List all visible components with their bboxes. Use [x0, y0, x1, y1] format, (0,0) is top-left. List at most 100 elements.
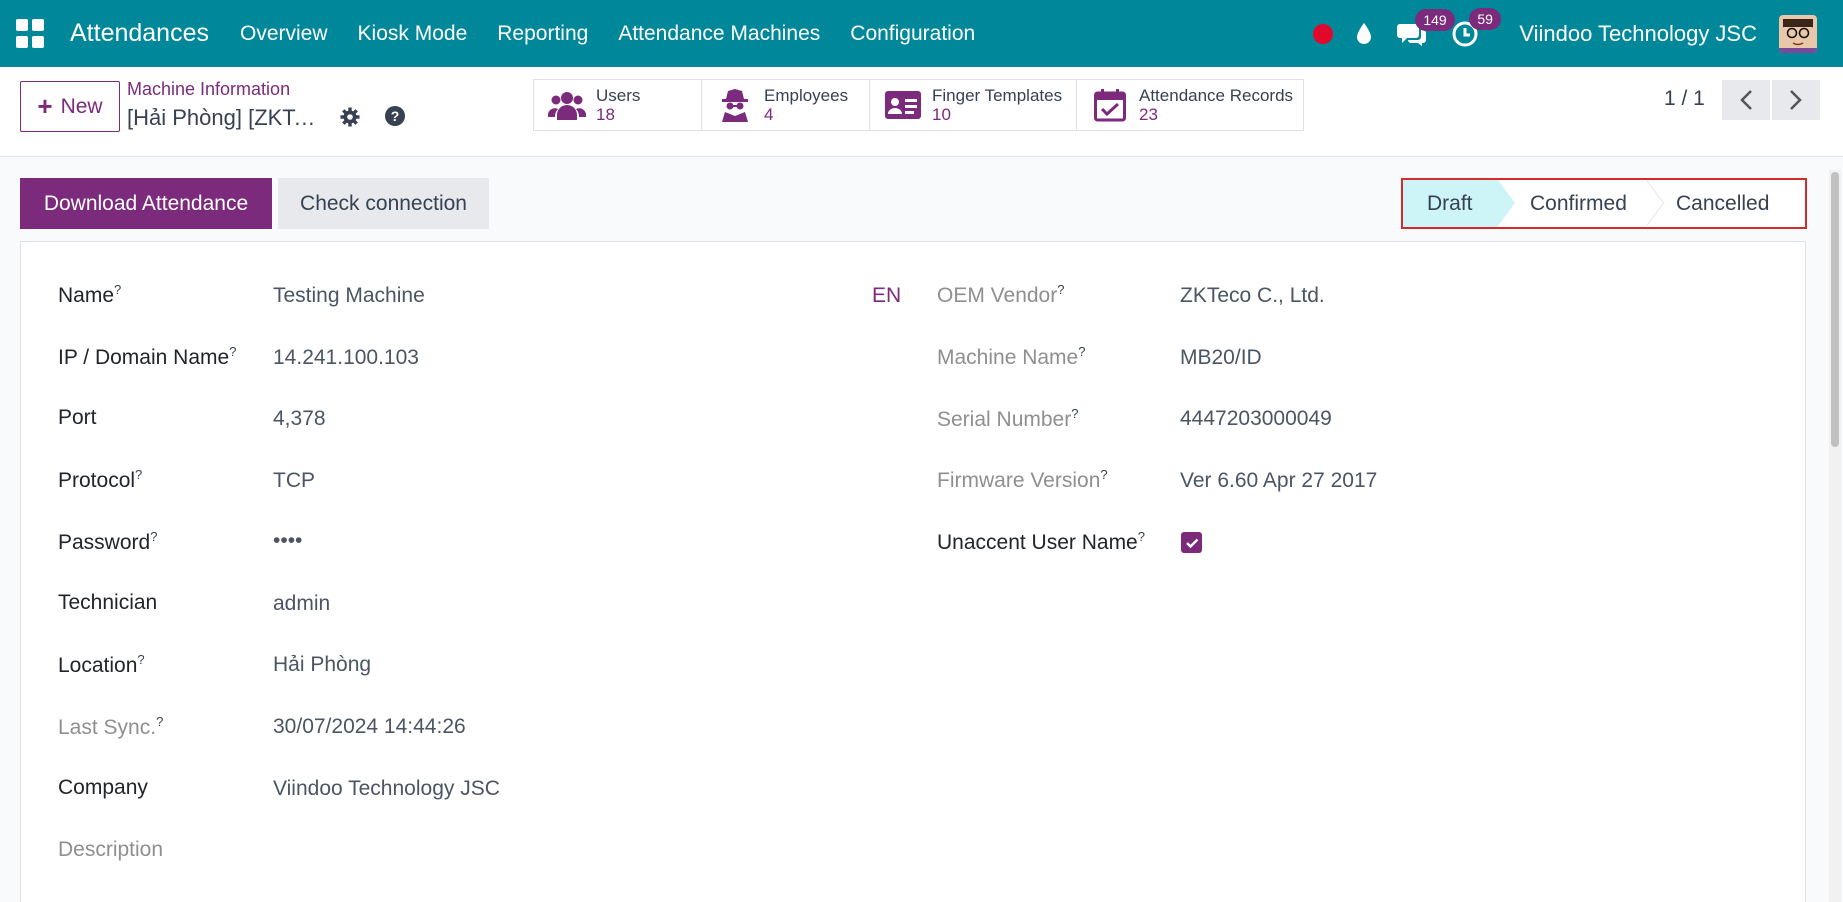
breadcrumb-current: [Hải Phòng] [ZKTeco C., Ltd.] MB20/ID	[127, 105, 322, 130]
activities-badge: 59	[1469, 7, 1501, 30]
chevron-right-icon	[1790, 90, 1802, 110]
attendance-records-smart-button[interactable]: Attendance Records 23	[1077, 80, 1303, 130]
employees-count: 4	[764, 105, 774, 124]
field-label-machine-name: Machine Name?	[937, 344, 1085, 370]
ip-label-text: IP / Domain Name	[58, 346, 230, 369]
form-sheet: Name? Testing Machine IP / Domain Name? …	[20, 241, 1806, 902]
serial-number-value: 4447203000049	[1180, 407, 1332, 430]
field-label-location: Location?	[58, 652, 145, 678]
password-label-text: Password	[58, 531, 151, 554]
id-card-icon	[884, 87, 922, 123]
help-tooltip-icon[interactable]: ?	[137, 652, 144, 667]
password-field[interactable]: ••••	[273, 529, 302, 553]
field-label-serial-number: Serial Number?	[937, 406, 1078, 432]
help-tooltip-icon[interactable]: ?	[114, 282, 121, 297]
apps-menu-icon[interactable]	[16, 18, 46, 49]
field-label-oem-vendor: OEM Vendor?	[937, 282, 1064, 308]
ip-domain-field[interactable]: 14.241.100.103	[273, 346, 419, 370]
calendar-check-icon	[1091, 87, 1129, 123]
field-label-unaccent-user-name: Unaccent User Name?	[937, 529, 1145, 555]
finger-templates-label: Finger Templates	[932, 86, 1063, 105]
app-title[interactable]: Attendances	[70, 19, 209, 48]
company-switcher[interactable]: Viindoo Technology JSC	[1519, 21, 1757, 47]
messages-badge: 149	[1415, 8, 1455, 31]
help-tooltip-icon[interactable]: ?	[1071, 406, 1078, 421]
field-label-technician: Technician	[58, 591, 158, 614]
drop-icon[interactable]	[1355, 22, 1373, 46]
spy-icon	[716, 87, 754, 123]
last-sync-label-text: Last Sync.	[58, 716, 157, 739]
users-count: 18	[596, 105, 615, 124]
finger-templates-smart-button[interactable]: Finger Templates 10	[870, 80, 1077, 130]
control-panel: + New Machine Information [Hải Phòng] [Z…	[0, 67, 1843, 157]
new-button[interactable]: + New	[20, 81, 120, 132]
field-label-company: Company	[58, 776, 148, 799]
new-button-label: New	[60, 94, 103, 118]
help-tooltip-icon[interactable]: ?	[229, 344, 236, 359]
pager-value[interactable]: 1 / 1	[1664, 87, 1705, 111]
attendance-records-label: Attendance Records	[1139, 86, 1294, 105]
help-tooltip-icon[interactable]: ?	[1138, 529, 1145, 544]
help-tooltip-icon[interactable]: ?	[1100, 467, 1107, 482]
field-label-password: Password?	[58, 529, 157, 555]
menu-attendance-machines[interactable]: Attendance Machines	[618, 22, 820, 46]
gear-icon[interactable]	[340, 107, 360, 132]
recording-indicator-icon[interactable]	[1313, 23, 1334, 44]
status-bar: Draft Confirmed Cancelled	[1401, 178, 1807, 229]
menu-kiosk-mode[interactable]: Kiosk Mode	[358, 22, 468, 46]
help-tooltip-icon[interactable]: ?	[150, 529, 157, 544]
machine-name-value: MB20/ID	[1180, 346, 1262, 369]
top-navbar: Attendances Overview Kiosk Mode Reportin…	[0, 0, 1843, 67]
protocol-select[interactable]: TCP	[273, 469, 315, 493]
name-field[interactable]: Testing Machine	[273, 284, 425, 308]
company-field[interactable]: Viindoo Technology JSC	[273, 777, 500, 801]
status-cancelled[interactable]: Cancelled	[1646, 180, 1805, 227]
menu-overview[interactable]: Overview	[240, 22, 328, 46]
menu-configuration[interactable]: Configuration	[850, 22, 975, 46]
help-tooltip-icon[interactable]: ?	[1057, 282, 1064, 297]
users-label: Users	[596, 86, 641, 105]
port-field[interactable]: 4,378	[273, 407, 326, 431]
name-label-text: Name	[58, 284, 115, 307]
finger-templates-count: 10	[932, 105, 951, 124]
firmware-version-value: Ver 6.60 Apr 27 2017	[1180, 469, 1378, 492]
field-label-description: Description	[58, 838, 164, 861]
scrollbar-thumb[interactable]	[1831, 172, 1839, 447]
field-label-port: Port	[58, 406, 97, 429]
location-label-text: Location	[58, 654, 138, 677]
unaccent-user-name-checkbox[interactable]	[1181, 532, 1202, 553]
page-scrollbar[interactable]	[1829, 170, 1841, 902]
field-label-last-sync: Last Sync.?	[58, 714, 163, 740]
pager-previous-button[interactable]	[1722, 80, 1770, 120]
language-button[interactable]: EN	[872, 284, 901, 308]
employees-smart-button[interactable]: Employees 4	[702, 80, 870, 130]
oem-vendor-label-text: OEM Vendor	[937, 284, 1058, 307]
svg-text:?: ?	[391, 108, 400, 124]
plus-icon: +	[37, 91, 53, 121]
help-tooltip-icon[interactable]: ?	[1078, 344, 1085, 359]
status-confirmed[interactable]: Confirmed	[1498, 180, 1664, 227]
users-smart-button[interactable]: Users 18	[534, 80, 702, 130]
firmware-version-label-text: Firmware Version	[937, 469, 1101, 492]
protocol-label-text: Protocol	[58, 469, 136, 492]
user-avatar[interactable]	[1779, 14, 1817, 53]
help-tooltip-icon[interactable]: ?	[156, 714, 163, 729]
smart-buttons-bar: Users 18 Employees 4 Finger Templates 10	[533, 79, 1304, 131]
chevron-left-icon	[1740, 90, 1752, 110]
location-field[interactable]: Hải Phòng	[273, 653, 371, 677]
serial-number-label-text: Serial Number	[937, 408, 1072, 431]
help-tooltip-icon[interactable]: ?	[135, 467, 142, 482]
pager-next-button[interactable]	[1772, 80, 1820, 120]
field-label-ip: IP / Domain Name?	[58, 344, 236, 370]
help-icon[interactable]: ?	[384, 105, 406, 132]
download-attendance-button[interactable]: Download Attendance	[20, 178, 272, 229]
breadcrumb-parent[interactable]: Machine Information	[127, 79, 290, 100]
menu-reporting[interactable]: Reporting	[497, 22, 588, 46]
activities-clock-icon[interactable]: 59	[1451, 7, 1501, 48]
machine-name-label-text: Machine Name	[937, 346, 1079, 369]
messages-icon[interactable]: 149	[1397, 8, 1455, 47]
status-draft[interactable]: Draft	[1403, 180, 1515, 227]
check-connection-button[interactable]: Check connection	[278, 178, 489, 229]
technician-field[interactable]: admin	[273, 592, 330, 616]
oem-vendor-value: ZKTeco C., Ltd.	[1180, 284, 1325, 307]
